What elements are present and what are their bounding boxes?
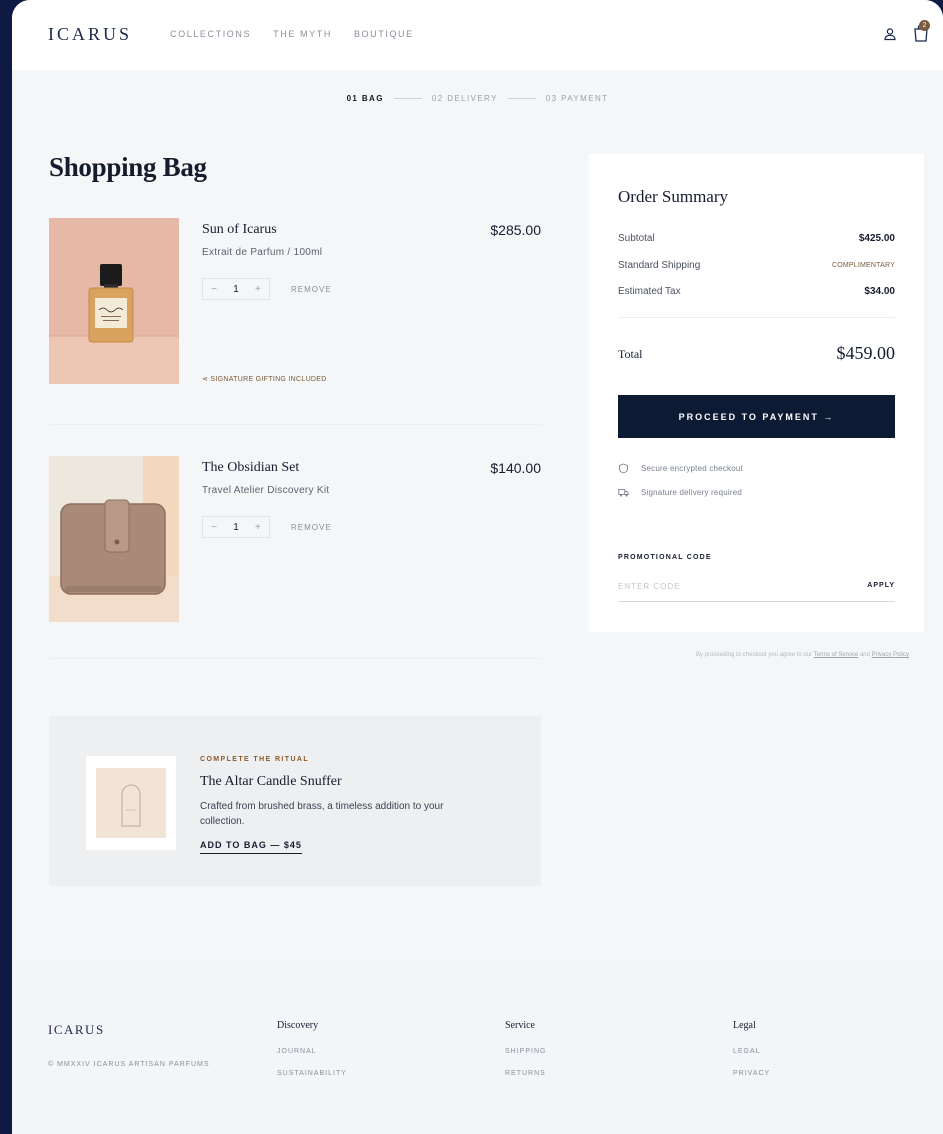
footer-column-legal: Legal LEGAL PRIVACY (733, 1020, 770, 1092)
quantity-value: 1 (233, 521, 239, 533)
signature-delivery-note: Signature delivery required (618, 487, 742, 498)
promo-code-label: PROMOTIONAL CODE (618, 554, 712, 561)
terms-prefix: By proceeding to checkout you agree to o… (695, 652, 813, 658)
tax-label: Estimated Tax (618, 286, 681, 297)
secure-checkout-note: Secure encrypted checkout (618, 463, 743, 474)
quantity-stepper: − 1 + (202, 278, 270, 300)
secure-checkout-text: Secure encrypted checkout (641, 464, 743, 473)
footer-link-shipping[interactable]: SHIPPING (505, 1048, 546, 1055)
increase-button[interactable]: + (255, 284, 261, 295)
checkout-steps: 01 BAG 02 DELIVERY 03 PAYMENT (12, 94, 943, 103)
product-name[interactable]: The Obsidian Set (202, 460, 299, 476)
tax-row: Estimated Tax $34.00 (618, 286, 895, 297)
nav-the-myth[interactable]: THE MYTH (273, 29, 332, 39)
step-payment: 03 PAYMENT (545, 94, 609, 103)
cart-item: The Obsidian Set $140.00 Travel Atelier … (49, 456, 541, 656)
copyright: © MMXXIV ICARUS ARTISAN PARFUMS (48, 1061, 210, 1068)
footer-link-journal[interactable]: JOURNAL (277, 1048, 347, 1055)
quantity-value: 1 (233, 283, 239, 295)
footer-link-privacy[interactable]: PRIVACY (733, 1070, 770, 1077)
bag-count-badge: 2 (919, 20, 930, 31)
footer-link-sustainability[interactable]: SUSTAINABILITY (277, 1070, 347, 1077)
footer-column-service: Service SHIPPING RETURNS (505, 1020, 546, 1092)
footer-column-discovery: Discovery JOURNAL SUSTAINABILITY (277, 1020, 347, 1092)
terms-note: By proceeding to checkout you agree to o… (589, 652, 909, 658)
nav-boutique[interactable]: BOUTIQUE (354, 29, 414, 39)
gift-note-text: SIGNATURE GIFTING INCLUDED (210, 376, 327, 383)
step-connector (393, 98, 422, 99)
step-delivery: 02 DELIVERY (431, 94, 498, 103)
site-footer: ICARUS © MMXXIV ICARUS ARTISAN PARFUMS D… (12, 962, 943, 1134)
summary-divider (618, 317, 895, 318)
promo-underline (618, 601, 895, 602)
item-divider (49, 658, 541, 659)
step-bag: 01 BAG (346, 94, 384, 103)
subtotal-row: Subtotal $425.00 (618, 233, 895, 244)
product-name[interactable]: Sun of Icarus (202, 222, 277, 238)
decrease-button[interactable]: − (211, 284, 217, 295)
signature-delivery-text: Signature delivery required (641, 488, 743, 497)
brand-logo[interactable]: ICARUS (48, 24, 132, 45)
shipping-row: Standard Shipping COMPLIMENTARY (618, 260, 895, 271)
gift-note: ⋖ SIGNATURE GIFTING INCLUDED (202, 375, 327, 383)
order-summary: Order Summary Subtotal $425.00 Standard … (589, 154, 924, 632)
footer-logo[interactable]: ICARUS (48, 1022, 105, 1038)
item-divider (49, 424, 541, 425)
apply-promo-button[interactable]: APPLY (867, 582, 895, 589)
proceed-to-payment-button[interactable]: PROCEED TO PAYMENT → (618, 395, 895, 438)
site-header: ICARUS COLLECTIONS THE MYTH BOUTIQUE 2 (12, 0, 943, 70)
nav-collections[interactable]: COLLECTIONS (170, 29, 251, 39)
footer-heading: Legal (733, 1020, 756, 1031)
product-description: Travel Atelier Discovery Kit (202, 485, 330, 496)
upsell-tag: COMPLETE THE RITUAL (200, 756, 310, 763)
remove-button[interactable]: REMOVE (291, 285, 332, 294)
snuffer-icon (121, 784, 141, 827)
candle-snuffer-image[interactable] (86, 756, 176, 850)
cart-item: Sun of Icarus $285.00 Extrait de Parfum … (49, 218, 541, 418)
upsell-description: Crafted from brushed brass, a timeless a… (200, 801, 444, 827)
page-frame: ICARUS COLLECTIONS THE MYTH BOUTIQUE 2 0… (12, 0, 943, 1134)
upsell-card: COMPLETE THE RITUAL The Altar Candle Snu… (49, 716, 541, 886)
subtotal-value: $425.00 (858, 233, 895, 244)
remove-button[interactable]: REMOVE (291, 523, 332, 532)
footer-link-returns[interactable]: RETURNS (505, 1070, 546, 1077)
footer-heading: Service (505, 1020, 535, 1031)
add-to-bag-button[interactable]: ADD TO BAG — $45 (200, 840, 302, 854)
tax-value: $34.00 (864, 286, 895, 297)
product-image-perfume[interactable] (49, 218, 179, 384)
truck-icon (618, 489, 629, 497)
footer-heading: Discovery (277, 1020, 319, 1031)
promo-code-input[interactable] (618, 578, 848, 594)
step-connector (507, 98, 536, 99)
page-title: Shopping Bag (49, 152, 207, 182)
upsell-title[interactable]: The Altar Candle Snuffer (200, 774, 342, 790)
subtotal-label: Subtotal (618, 233, 655, 244)
privacy-link[interactable]: Privacy Policy (872, 652, 909, 658)
shield-icon (619, 463, 628, 474)
user-icon[interactable] (883, 27, 897, 41)
total-value: $459.00 (836, 343, 896, 363)
increase-button[interactable]: + (255, 522, 261, 533)
summary-title: Order Summary (618, 187, 729, 206)
main-nav: COLLECTIONS THE MYTH BOUTIQUE (170, 29, 414, 39)
image-backdrop (96, 768, 166, 838)
terms-link[interactable]: Terms of Service (814, 652, 859, 658)
product-image-case[interactable] (49, 456, 179, 622)
product-price: $140.00 (490, 460, 541, 476)
product-description: Extrait de Parfum / 100ml (202, 247, 323, 258)
product-price: $285.00 (490, 222, 541, 238)
total-label: Total (618, 347, 643, 361)
shipping-label: Standard Shipping (618, 260, 701, 271)
quantity-stepper: − 1 + (202, 516, 270, 538)
footer-link-legal[interactable]: LEGAL (733, 1048, 770, 1055)
terms-and: and (859, 652, 870, 658)
shipping-value: COMPLIMENTARY (831, 262, 895, 269)
decrease-button[interactable]: − (211, 522, 217, 533)
